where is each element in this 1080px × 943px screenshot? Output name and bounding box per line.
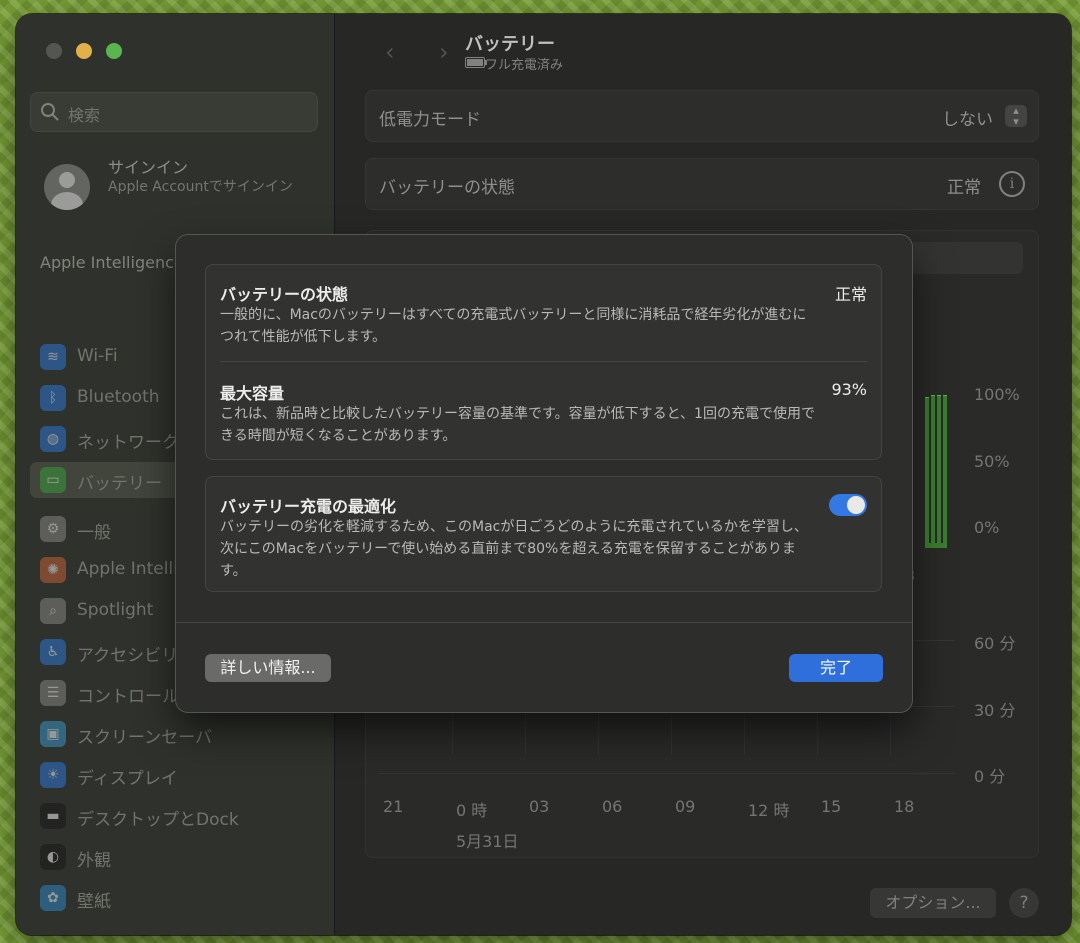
done-button[interactable]: 完了 [789,654,883,682]
health-value: 正常 [834,285,867,304]
capacity-value: 93% [831,380,867,399]
capacity-description: これは、新品時と比較したバッテリー容量の基準です。容量が低下すると、1回の充電で… [220,406,815,444]
health-description: 一般的に、Macのバッテリーはすべての充電式バッテリーと同様に消耗品で経年劣化が… [220,307,807,345]
more-info-button[interactable]: 詳しい情報... [205,654,331,682]
optimize-description: バッテリーの劣化を軽減するため、このMacが日ごろどのように充電されているかを学… [220,519,808,579]
health-title: バッテリーの状態 [220,285,349,304]
health-card: バッテリーの状態 正常 一般的に、Macのバッテリーはすべての充電式バッテリーと… [205,264,882,460]
sheet-divider [176,622,912,623]
capacity-title: 最大容量 [220,384,285,403]
optimize-card: バッテリー充電の最適化 バッテリーの劣化を軽減するため、このMacが日ごろどのよ… [205,476,882,592]
optimize-title: バッテリー充電の最適化 [220,497,397,516]
battery-health-sheet: バッテリーの状態 正常 一般的に、Macのバッテリーはすべての充電式バッテリーと… [176,235,912,712]
card-divider [220,361,867,362]
optimize-toggle[interactable] [829,494,867,516]
